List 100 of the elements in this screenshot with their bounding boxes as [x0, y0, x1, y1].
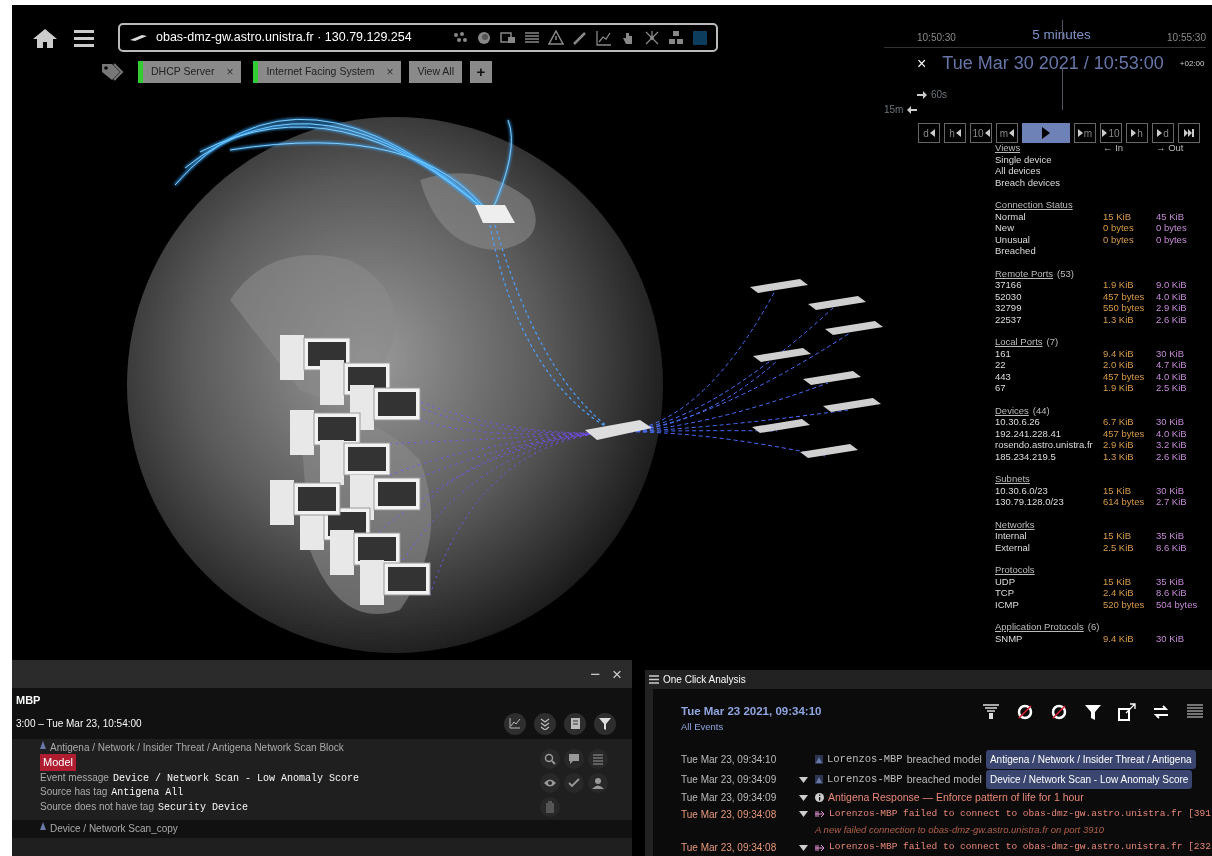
menu-icon[interactable] [649, 674, 659, 684]
nodes-icon[interactable] [668, 29, 684, 46]
close-button[interactable]: × [606, 665, 628, 683]
comment-button[interactable] [564, 748, 584, 769]
section-count: (6) [1087, 621, 1100, 633]
device-link[interactable]: Lorenzos-MBP [827, 771, 903, 788]
out-value: 2.7 KiB [1156, 496, 1188, 508]
funnel-stack-icon[interactable] [982, 702, 1000, 721]
check-icon [568, 776, 580, 789]
watch-button[interactable] [540, 772, 560, 793]
section-title[interactable]: Views [995, 142, 1103, 154]
model-path[interactable]: Device / Network Scan_copy [50, 821, 178, 835]
note-button[interactable] [564, 712, 586, 735]
section-title[interactable]: Subnets [995, 473, 1030, 485]
funnel-icon[interactable] [1084, 702, 1102, 721]
remove-tag-button[interactable]: × [226, 63, 234, 81]
filter-button[interactable] [594, 712, 616, 735]
filter-link[interactable]: All Events [681, 719, 822, 734]
in-value: 15 KiB [1103, 484, 1132, 496]
clock-crossed-icon[interactable] [1016, 702, 1034, 721]
time-step-button[interactable]: 10 [1100, 123, 1122, 144]
list-icon[interactable] [1186, 702, 1204, 721]
out-header: → Out [1156, 142, 1185, 154]
section-title[interactable]: Local Ports [995, 336, 1043, 348]
line-value: Security Device [158, 800, 248, 815]
time-step-button[interactable]: d [1152, 123, 1174, 144]
section-title[interactable]: Application Protocols [995, 621, 1084, 633]
section-title[interactable]: Networks [995, 518, 1035, 530]
pencil-icon[interactable] [572, 29, 588, 46]
out-value: 504 bytes [1156, 598, 1199, 610]
home-icon[interactable] [32, 26, 58, 49]
out-value: 8.6 KiB [1156, 587, 1188, 599]
caret-down-icon[interactable] [799, 794, 808, 801]
time-step-button[interactable]: h [1126, 123, 1148, 144]
warning-icon[interactable] [548, 29, 564, 46]
time-step-button[interactable]: h [944, 123, 966, 144]
search-button[interactable] [540, 748, 560, 769]
device-name: obas-dmz-gw.astro.unistra.fr · 130.79.129.254 [156, 29, 413, 47]
chart-icon[interactable] [596, 29, 612, 46]
menu-icon[interactable] [74, 28, 94, 47]
in-value: 614 bytes [1103, 496, 1146, 508]
network-icon[interactable] [644, 29, 660, 46]
chart-button[interactable] [504, 712, 526, 735]
device-link[interactable]: Lorenzos-MBP [827, 751, 903, 768]
row-label: Breached [995, 245, 1037, 257]
time-span: 5 minutes [1032, 26, 1091, 44]
device-name: MBP [16, 693, 42, 708]
model-link[interactable]: Antigena / Network / Insider Threat / Antigena [985, 750, 1196, 769]
caret-down-icon[interactable] [799, 811, 808, 818]
remove-tag-button[interactable]: × [386, 63, 394, 81]
in-value: 2.0 KiB [1103, 359, 1135, 371]
model-link[interactable]: Device / Network Scan - Low Anomaly Score [985, 770, 1193, 789]
event-time: Tue Mar 23, 09:34:09 [681, 773, 778, 787]
device-icon [128, 33, 148, 42]
section-title[interactable]: Remote Ports [995, 267, 1054, 279]
list-button[interactable] [588, 748, 608, 769]
list-icon[interactable] [524, 29, 540, 46]
caret-down-icon[interactable] [799, 776, 808, 783]
in-value: 457 bytes [1103, 370, 1146, 382]
clipboard-button[interactable] [540, 796, 560, 817]
row-label: 32799 [995, 302, 1023, 314]
view-all-button[interactable]: View All [409, 61, 462, 83]
time-step-button[interactable]: 10 [970, 123, 992, 144]
section-count: (53) [1057, 267, 1074, 279]
section-count: (44) [1032, 404, 1050, 416]
row-label: 130.79.128.0/23 [995, 496, 1065, 508]
export-icon[interactable] [1118, 702, 1136, 721]
out-value: 4.7 KiB [1156, 359, 1188, 371]
time-step-button[interactable]: m [996, 123, 1018, 144]
device-search-field[interactable]: obas-dmz-gw.astro.unistra.fr · 130.79.129.254 [118, 23, 718, 52]
row-label: 10.30.6.0/23 [995, 484, 1049, 496]
view-link[interactable]: Single device [995, 153, 1212, 165]
acknowledge-button[interactable] [564, 772, 584, 793]
view-link[interactable]: All devices [995, 165, 1212, 177]
time-step-button[interactable]: m [1074, 123, 1096, 144]
clock-crossed-icon[interactable] [1050, 702, 1068, 721]
section-title[interactable]: Protocols [995, 564, 1035, 576]
swap-icon[interactable] [1152, 702, 1170, 721]
add-tag-button[interactable]: + [470, 61, 492, 83]
time-step-button[interactable]: d [918, 123, 940, 144]
device-icon [40, 821, 46, 830]
out-value: 30 KiB [1156, 484, 1185, 496]
time-step-button[interactable] [1178, 123, 1200, 144]
model-path[interactable]: Antigena / Network / Insider Threat / Antigena Network Scan Block [50, 740, 344, 754]
time-step-button[interactable] [1022, 123, 1070, 144]
triangle-icon [1157, 129, 1163, 138]
close-button[interactable]: × [917, 51, 927, 76]
section-title[interactable]: Connection Status [995, 199, 1073, 211]
in-value: 1.3 KiB [1103, 450, 1135, 462]
caret-down-icon[interactable] [799, 844, 808, 851]
devices-icon[interactable] [500, 29, 516, 46]
minimize-button[interactable]: − [584, 665, 607, 683]
out-value: 2.6 KiB [1156, 313, 1188, 325]
event-detail: A new failed connection to obas-dmz-gw.astro.unistra.fr on port 3910 [814, 822, 1106, 837]
collapse-button[interactable] [534, 712, 556, 735]
section-title[interactable]: Devices [995, 404, 1029, 416]
user-button[interactable] [588, 772, 608, 793]
circle-icon[interactable] [476, 29, 492, 46]
view-link[interactable]: Breach devices [995, 176, 1212, 188]
section-count: (7) [1046, 336, 1059, 348]
